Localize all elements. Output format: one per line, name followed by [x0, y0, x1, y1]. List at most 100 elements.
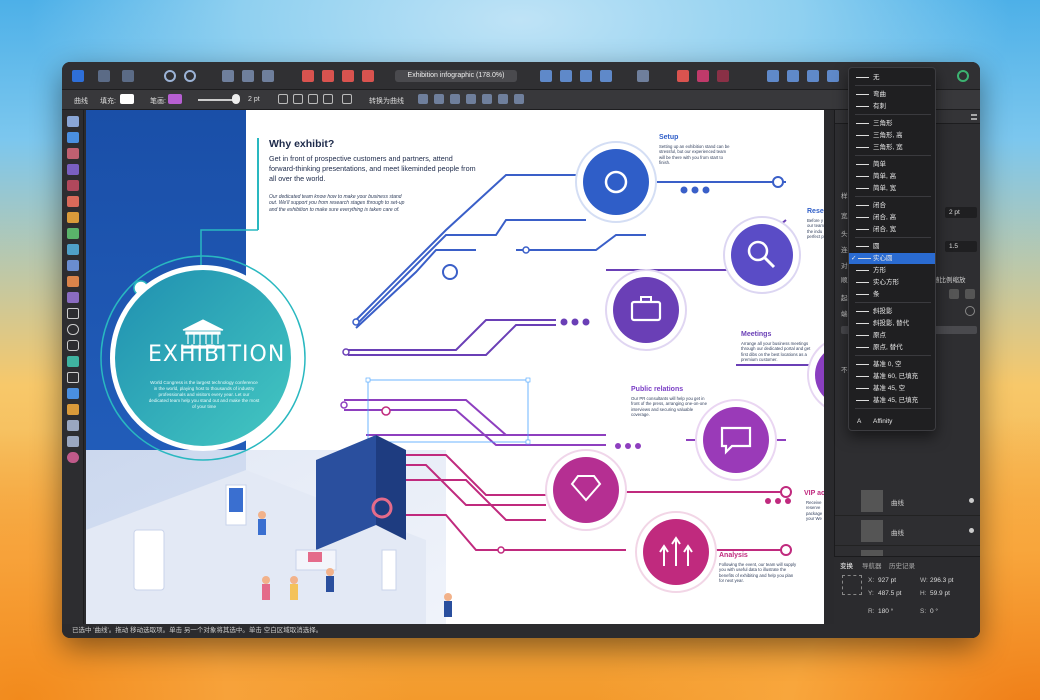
transform-origin-icon[interactable] — [278, 94, 288, 104]
geometry-icon[interactable] — [767, 70, 779, 82]
geometry-combine-icon[interactable] — [807, 70, 819, 82]
menu-item[interactable]: 原点 — [849, 330, 935, 341]
menu-item[interactable]: 三角形, 宽 — [849, 142, 935, 153]
align-bottom-icon[interactable] — [498, 94, 508, 104]
flip-vertical-icon[interactable] — [560, 70, 572, 82]
h-field[interactable]: 59.9 pt — [930, 590, 950, 597]
contour-tool-icon[interactable] — [67, 164, 79, 175]
arrowhead-dropdown[interactable]: 无 弯曲 有刺 三角形 三角形, 高 三角形, 宽 简单 简单, 高 简单, 宽… — [848, 67, 936, 431]
hand-tool-icon[interactable] — [67, 420, 79, 431]
layer-row[interactable]: 曲线 — [835, 486, 980, 516]
menu-item-selected[interactable]: ✓ 实心圆 — [849, 253, 935, 264]
rotate-right-icon[interactable] — [600, 70, 612, 82]
menu-item[interactable]: 原点, 替代 — [849, 342, 935, 353]
rotation-field[interactable]: 180 ° — [878, 608, 893, 615]
account-icon[interactable] — [957, 70, 969, 82]
snap-icon[interactable] — [222, 70, 234, 82]
frame-text-icon[interactable] — [67, 388, 79, 399]
arrange-forward-icon[interactable] — [342, 70, 354, 82]
zoom-tool-icon[interactable] — [67, 436, 79, 447]
convert-to-curves-button[interactable]: 转换为曲线 — [369, 96, 404, 106]
align-left-icon[interactable] — [418, 94, 428, 104]
boolean-intersect-icon[interactable] — [717, 70, 729, 82]
move-tool-icon[interactable] — [67, 116, 79, 127]
menu-item[interactable]: 无 — [849, 72, 935, 83]
selection-handle[interactable] — [525, 377, 531, 383]
distribute-icon[interactable] — [514, 94, 524, 104]
persona-export-icon[interactable] — [122, 70, 134, 82]
pencil-tool-icon[interactable] — [67, 212, 79, 223]
rounded-rect-tool-icon[interactable] — [67, 340, 79, 351]
menu-item[interactable]: 圆 — [849, 241, 935, 252]
menu-item[interactable]: 有刺 — [849, 101, 935, 112]
nodes-icon[interactable] — [308, 94, 318, 104]
anchor-grid-icon[interactable] — [842, 575, 862, 595]
selection-handle[interactable] — [525, 439, 531, 445]
color-picker-icon[interactable] — [67, 404, 79, 415]
crop-tool-icon[interactable] — [67, 276, 79, 287]
text-tool-icon[interactable] — [67, 372, 79, 383]
corner-tool-icon[interactable] — [67, 180, 79, 191]
color-swatch-icon[interactable] — [67, 452, 79, 463]
menu-item[interactable]: 弯曲 — [849, 89, 935, 100]
stroke-width-field[interactable]: 2 pt — [945, 207, 977, 218]
align-right-icon[interactable] — [450, 94, 460, 104]
menu-item[interactable]: 简单, 高 — [849, 171, 935, 182]
arrow-swap-icon[interactable] — [949, 289, 959, 299]
flip-horizontal-icon[interactable] — [540, 70, 552, 82]
arrange-front-icon[interactable] — [362, 70, 374, 82]
menu-item[interactable]: 基准 0, 空 — [849, 359, 935, 370]
stroke-width-handle[interactable] — [232, 94, 240, 104]
stroke-width-value[interactable]: 2 pt — [248, 96, 260, 103]
menu-item[interactable]: 斜投影, 替代 — [849, 318, 935, 329]
tab-history[interactable]: 历史记录 — [889, 560, 915, 570]
node-tool-icon[interactable] — [67, 132, 79, 143]
artboard-tool-icon[interactable] — [67, 148, 79, 159]
align-icon[interactable] — [637, 70, 649, 82]
stroke-swatch[interactable] — [168, 94, 182, 104]
vector-brush-icon[interactable] — [67, 228, 79, 239]
document-canvas[interactable]: Why exhibit? Get in front of prospective… — [86, 110, 832, 625]
tab-navigator[interactable]: 导航器 — [862, 560, 882, 570]
ellipse-tool-icon[interactable] — [67, 324, 79, 335]
menu-item[interactable]: 简单 — [849, 159, 935, 170]
y-field[interactable]: 487.5 pt — [878, 590, 902, 597]
shape-tool-icon[interactable] — [67, 356, 79, 367]
menu-item[interactable]: 方形 — [849, 265, 935, 276]
refresh-icon[interactable] — [965, 306, 975, 316]
boolean-add-icon[interactable] — [677, 70, 689, 82]
bbox-icon[interactable] — [293, 94, 303, 104]
w-field[interactable]: 296.3 pt — [930, 577, 954, 584]
document-title[interactable]: Exhibition infographic (178.0%) — [395, 70, 517, 82]
menu-item[interactable]: 基准 60, 已填充 — [849, 371, 935, 382]
align-middle-icon[interactable] — [482, 94, 492, 104]
fill-swatch[interactable] — [120, 94, 134, 104]
persona-grid-icon[interactable] — [98, 70, 110, 82]
snap-nodes-icon[interactable] — [323, 94, 333, 104]
menu-item[interactable]: 基准 45, 空 — [849, 383, 935, 394]
shear-field[interactable]: 0 ° — [930, 608, 938, 615]
affinity-logo-icon[interactable] — [72, 70, 84, 82]
arrange-backward-icon[interactable] — [322, 70, 334, 82]
snap-bounds-icon[interactable] — [262, 70, 274, 82]
geometry-xor-icon[interactable] — [827, 70, 839, 82]
align-top-icon[interactable] — [466, 94, 476, 104]
geometry-divide-icon[interactable] — [787, 70, 799, 82]
menu-item[interactable]: 基准 45, 已填充 — [849, 395, 935, 406]
menu-item[interactable]: 闭合, 宽 — [849, 224, 935, 235]
canvas-scrollbar[interactable] — [824, 110, 834, 625]
pen-tool-icon[interactable] — [67, 196, 79, 207]
rotate-left-icon[interactable] — [580, 70, 592, 82]
tab-transform[interactable]: 变换 — [840, 560, 853, 570]
arrow-right-icon[interactable] — [965, 289, 975, 299]
menu-item[interactable]: 三角形, 高 — [849, 130, 935, 141]
visibility-icon[interactable] — [969, 498, 974, 503]
x-field[interactable]: 927 pt — [878, 577, 896, 584]
menu-item[interactable]: 条 — [849, 289, 935, 300]
visibility-icon[interactable] — [969, 528, 974, 533]
settings-icon[interactable] — [164, 70, 176, 82]
boolean-subtract-icon[interactable] — [697, 70, 709, 82]
menu-item[interactable]: 斜投影 — [849, 306, 935, 317]
menu-item[interactable]: 闭合, 高 — [849, 212, 935, 223]
menu-item[interactable]: 实心方形 — [849, 277, 935, 288]
